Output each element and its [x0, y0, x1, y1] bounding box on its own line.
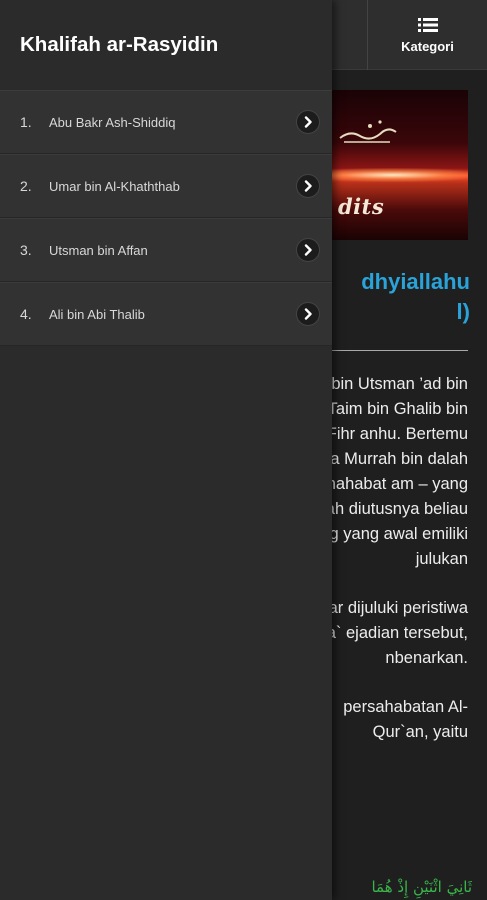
khalifah-menu: 1. Abu Bakr Ash-Shiddiq 2. Umar bin Al-K… — [0, 90, 332, 346]
article-title: dhyiallahu l) — [310, 267, 470, 327]
drawer-title: Khalifah ar-Rasyidin — [20, 33, 219, 56]
menu-item-label: Utsman bin Affan — [49, 242, 148, 258]
chevron-right-icon — [296, 174, 320, 198]
app-root: Kategori dits dhyiallahu l) llah bin Uts… — [0, 0, 487, 900]
menu-item-ali[interactable]: 4. Ali bin Abi Thalib — [0, 282, 332, 346]
banner-text: dits — [338, 194, 385, 219]
chevron-right-icon — [296, 238, 320, 262]
kategori-label: Kategori — [401, 38, 454, 54]
menu-item-umar[interactable]: 2. Umar bin Al-Khaththab — [0, 154, 332, 218]
drawer-header: Khalifah ar-Rasyidin — [0, 0, 332, 90]
menu-item-number: 1. — [20, 114, 32, 130]
chevron-right-icon — [296, 302, 320, 326]
menu-item-abu-bakr[interactable]: 1. Abu Bakr Ash-Shiddiq — [0, 90, 332, 154]
menu-item-label: Ali bin Abi Thalib — [49, 306, 145, 322]
kategori-button[interactable]: Kategori — [367, 0, 487, 70]
arabic-verse: ثَانِيَ اثْنَيْنِ إِذْ هُمَا — [371, 878, 472, 896]
list-icon — [417, 17, 438, 32]
chevron-right-icon — [296, 110, 320, 134]
menu-item-number: 3. — [20, 242, 32, 258]
article-title-line2: l) — [456, 299, 470, 324]
calligraphy-decoration — [339, 120, 397, 143]
menu-item-label: Umar bin Al-Khaththab — [49, 178, 180, 194]
menu-item-utsman[interactable]: 3. Utsman bin Affan — [0, 218, 332, 282]
navigation-drawer: Khalifah ar-Rasyidin 1. Abu Bakr Ash-Shi… — [0, 0, 332, 900]
menu-item-number: 2. — [20, 178, 32, 194]
article-title-line1: dhyiallahu — [361, 269, 470, 294]
menu-item-number: 4. — [20, 306, 32, 322]
menu-item-label: Abu Bakr Ash-Shiddiq — [49, 114, 176, 130]
